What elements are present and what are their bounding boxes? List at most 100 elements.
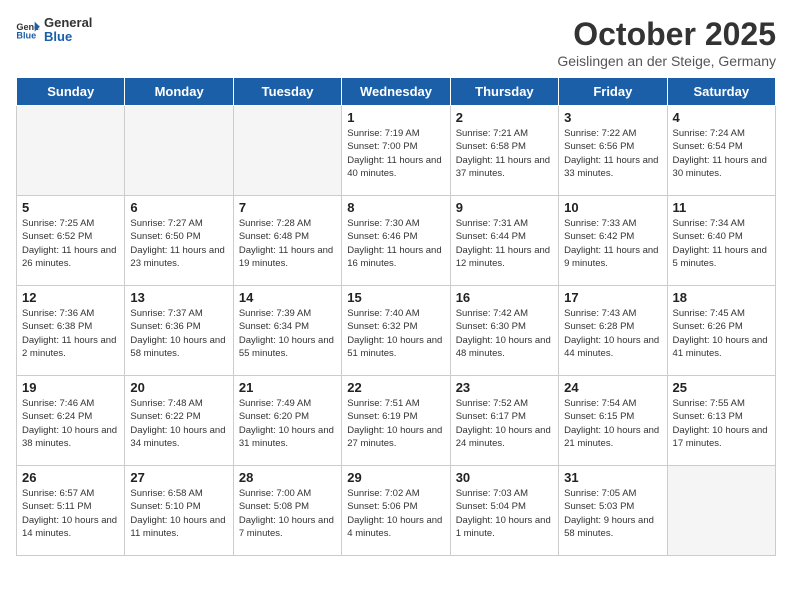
cal-cell: 9 Sunrise: 7:31 AM Sunset: 6:44 PM Daylig… xyxy=(450,196,558,286)
day-header-thursday: Thursday xyxy=(450,78,558,106)
cell-info: Sunrise: 7:39 AM Sunset: 6:34 PM Dayligh… xyxy=(239,307,336,360)
cell-info: Sunrise: 7:48 AM Sunset: 6:22 PM Dayligh… xyxy=(130,397,227,450)
cal-cell: 12 Sunrise: 7:36 AM Sunset: 6:38 PM Dayli… xyxy=(17,286,125,376)
cell-info: Sunrise: 7:36 AM Sunset: 6:38 PM Dayligh… xyxy=(22,307,119,360)
cell-info: Sunrise: 7:25 AM Sunset: 6:52 PM Dayligh… xyxy=(22,217,119,270)
cell-info: Sunrise: 7:51 AM Sunset: 6:19 PM Dayligh… xyxy=(347,397,444,450)
cell-info: Sunrise: 7:30 AM Sunset: 6:46 PM Dayligh… xyxy=(347,217,444,270)
date-number: 3 xyxy=(564,110,661,125)
cal-cell: 2 Sunrise: 7:21 AM Sunset: 6:58 PM Daylig… xyxy=(450,106,558,196)
logo: General Blue General Blue xyxy=(16,16,92,45)
date-number: 24 xyxy=(564,380,661,395)
date-number: 7 xyxy=(239,200,336,215)
cell-info: Sunrise: 7:21 AM Sunset: 6:58 PM Dayligh… xyxy=(456,127,553,180)
cal-cell xyxy=(233,106,341,196)
week-row-4: 19 Sunrise: 7:46 AM Sunset: 6:24 PM Dayli… xyxy=(17,376,776,466)
day-header-tuesday: Tuesday xyxy=(233,78,341,106)
date-number: 21 xyxy=(239,380,336,395)
date-number: 18 xyxy=(673,290,770,305)
date-number: 13 xyxy=(130,290,227,305)
title-section: October 2025 Geislingen an der Steige, G… xyxy=(557,16,776,69)
cell-info: Sunrise: 7:45 AM Sunset: 6:26 PM Dayligh… xyxy=(673,307,770,360)
date-number: 31 xyxy=(564,470,661,485)
calendar-body: 1Sunrise: 7:19 AM Sunset: 7:00 PM Daylig… xyxy=(17,106,776,556)
date-number: 25 xyxy=(673,380,770,395)
day-header-saturday: Saturday xyxy=(667,78,775,106)
date-number: 27 xyxy=(130,470,227,485)
day-header-friday: Friday xyxy=(559,78,667,106)
cell-info: Sunrise: 7:02 AM Sunset: 5:06 PM Dayligh… xyxy=(347,487,444,540)
date-number: 29 xyxy=(347,470,444,485)
cal-cell: 20 Sunrise: 7:48 AM Sunset: 6:22 PM Dayli… xyxy=(125,376,233,466)
cal-cell: 15Sunrise: 7:40 AM Sunset: 6:32 PM Dayli… xyxy=(342,286,450,376)
date-number: 20 xyxy=(130,380,227,395)
cell-info: Sunrise: 7:22 AM Sunset: 6:56 PM Dayligh… xyxy=(564,127,661,180)
date-number: 19 xyxy=(22,380,119,395)
cell-info: Sunrise: 7:00 AM Sunset: 5:08 PM Dayligh… xyxy=(239,487,336,540)
date-number: 16 xyxy=(456,290,553,305)
cell-info: Sunrise: 7:55 AM Sunset: 6:13 PM Dayligh… xyxy=(673,397,770,450)
cal-cell: 29 Sunrise: 7:02 AM Sunset: 5:06 PM Dayli… xyxy=(342,466,450,556)
week-row-2: 5Sunrise: 7:25 AM Sunset: 6:52 PM Daylig… xyxy=(17,196,776,286)
date-number: 17 xyxy=(564,290,661,305)
date-number: 28 xyxy=(239,470,336,485)
week-row-3: 12 Sunrise: 7:36 AM Sunset: 6:38 PM Dayli… xyxy=(17,286,776,376)
cal-cell: 22 Sunrise: 7:51 AM Sunset: 6:19 PM Dayli… xyxy=(342,376,450,466)
cal-cell: 4 Sunrise: 7:24 AM Sunset: 6:54 PM Daylig… xyxy=(667,106,775,196)
calendar-title: October 2025 xyxy=(557,16,776,53)
cal-cell: 8 Sunrise: 7:30 AM Sunset: 6:46 PM Daylig… xyxy=(342,196,450,286)
cal-cell: 17 Sunrise: 7:43 AM Sunset: 6:28 PM Dayli… xyxy=(559,286,667,376)
cell-info: Sunrise: 7:34 AM Sunset: 6:40 PM Dayligh… xyxy=(673,217,770,270)
cal-cell: 1Sunrise: 7:19 AM Sunset: 7:00 PM Daylig… xyxy=(342,106,450,196)
cal-cell xyxy=(125,106,233,196)
cal-cell: 18 Sunrise: 7:45 AM Sunset: 6:26 PM Dayli… xyxy=(667,286,775,376)
date-number: 11 xyxy=(673,200,770,215)
date-number: 12 xyxy=(22,290,119,305)
cell-info: Sunrise: 6:57 AM Sunset: 5:11 PM Dayligh… xyxy=(22,487,119,540)
logo-blue: Blue xyxy=(44,30,92,44)
cal-cell: 28 Sunrise: 7:00 AM Sunset: 5:08 PM Dayli… xyxy=(233,466,341,556)
cal-cell xyxy=(667,466,775,556)
cal-cell: 30 Sunrise: 7:03 AM Sunset: 5:04 PM Dayli… xyxy=(450,466,558,556)
cal-cell: 10Sunrise: 7:33 AM Sunset: 6:42 PM Dayli… xyxy=(559,196,667,286)
logo-icon: General Blue xyxy=(16,20,40,40)
cal-cell: 6 Sunrise: 7:27 AM Sunset: 6:50 PM Daylig… xyxy=(125,196,233,286)
cell-info: Sunrise: 7:42 AM Sunset: 6:30 PM Dayligh… xyxy=(456,307,553,360)
date-number: 8 xyxy=(347,200,444,215)
date-number: 2 xyxy=(456,110,553,125)
cal-cell: 16 Sunrise: 7:42 AM Sunset: 6:30 PM Dayli… xyxy=(450,286,558,376)
date-number: 9 xyxy=(456,200,553,215)
cell-info: Sunrise: 7:03 AM Sunset: 5:04 PM Dayligh… xyxy=(456,487,553,540)
cal-cell: 5Sunrise: 7:25 AM Sunset: 6:52 PM Daylig… xyxy=(17,196,125,286)
cal-cell: 7Sunrise: 7:28 AM Sunset: 6:48 PM Daylig… xyxy=(233,196,341,286)
date-number: 6 xyxy=(130,200,227,215)
cal-cell: 26Sunrise: 6:57 AM Sunset: 5:11 PM Dayli… xyxy=(17,466,125,556)
week-row-5: 26Sunrise: 6:57 AM Sunset: 5:11 PM Dayli… xyxy=(17,466,776,556)
cell-info: Sunrise: 7:27 AM Sunset: 6:50 PM Dayligh… xyxy=(130,217,227,270)
calendar-table: SundayMondayTuesdayWednesdayThursdayFrid… xyxy=(16,77,776,556)
date-number: 22 xyxy=(347,380,444,395)
cal-cell: 13Sunrise: 7:37 AM Sunset: 6:36 PM Dayli… xyxy=(125,286,233,376)
cell-info: Sunrise: 7:05 AM Sunset: 5:03 PM Dayligh… xyxy=(564,487,661,540)
header: General Blue General Blue October 2025 G… xyxy=(16,16,776,69)
week-row-1: 1Sunrise: 7:19 AM Sunset: 7:00 PM Daylig… xyxy=(17,106,776,196)
cell-info: Sunrise: 7:43 AM Sunset: 6:28 PM Dayligh… xyxy=(564,307,661,360)
cell-info: Sunrise: 7:49 AM Sunset: 6:20 PM Dayligh… xyxy=(239,397,336,450)
day-header-wednesday: Wednesday xyxy=(342,78,450,106)
date-number: 14 xyxy=(239,290,336,305)
cell-info: Sunrise: 7:24 AM Sunset: 6:54 PM Dayligh… xyxy=(673,127,770,180)
logo-general: General xyxy=(44,16,92,30)
cell-info: Sunrise: 7:46 AM Sunset: 6:24 PM Dayligh… xyxy=(22,397,119,450)
cal-cell xyxy=(17,106,125,196)
date-number: 30 xyxy=(456,470,553,485)
cal-cell: 27Sunrise: 6:58 AM Sunset: 5:10 PM Dayli… xyxy=(125,466,233,556)
day-header-sunday: Sunday xyxy=(17,78,125,106)
cell-info: Sunrise: 7:52 AM Sunset: 6:17 PM Dayligh… xyxy=(456,397,553,450)
cell-info: Sunrise: 7:31 AM Sunset: 6:44 PM Dayligh… xyxy=(456,217,553,270)
cal-cell: 19 Sunrise: 7:46 AM Sunset: 6:24 PM Dayli… xyxy=(17,376,125,466)
cal-cell: 14 Sunrise: 7:39 AM Sunset: 6:34 PM Dayli… xyxy=(233,286,341,376)
date-number: 23 xyxy=(456,380,553,395)
date-number: 4 xyxy=(673,110,770,125)
calendar-subtitle: Geislingen an der Steige, Germany xyxy=(557,53,776,69)
date-number: 15 xyxy=(347,290,444,305)
